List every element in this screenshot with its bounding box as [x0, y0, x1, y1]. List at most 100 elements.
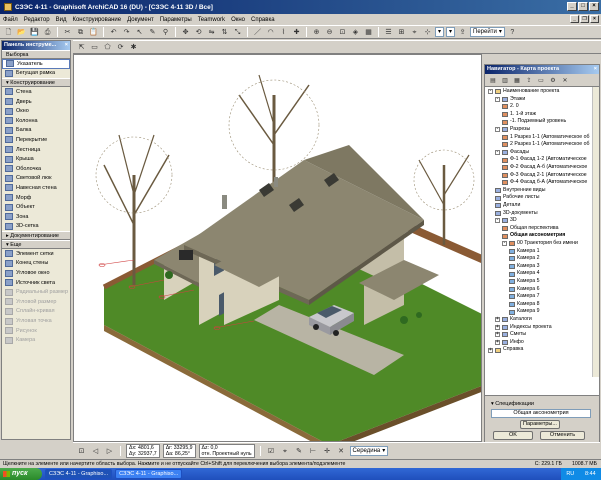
tool-hotspot[interactable]: Угловая точка: [2, 316, 70, 326]
menu-window[interactable]: Окно: [231, 17, 245, 23]
save-icon[interactable]: 💾: [29, 27, 40, 37]
magnet-icon[interactable]: ⌖: [280, 446, 291, 456]
fit-window-icon[interactable]: ⊡: [337, 27, 348, 37]
snap-mode-select[interactable]: Середина ▾: [349, 446, 389, 456]
tool-morph[interactable]: Морф: [2, 193, 70, 203]
tool-marquee[interactable]: Бегущая рамка: [2, 69, 70, 79]
collapse-icon[interactable]: -: [495, 149, 500, 155]
layout-book-icon[interactable]: ▦: [512, 76, 522, 85]
minimize-button[interactable]: _: [567, 2, 577, 11]
menu-help[interactable]: Справка: [251, 17, 275, 23]
tree-item[interactable]: Камера 8: [509, 301, 539, 308]
3d-view-icon[interactable]: ◈: [350, 27, 361, 37]
tool-wall-end[interactable]: Конец стены: [2, 259, 70, 269]
mirror-icon[interactable]: ⇋: [206, 27, 217, 37]
tree-item[interactable]: Камера 1: [509, 248, 539, 255]
undo-icon[interactable]: ↶: [108, 27, 119, 37]
copy-icon[interactable]: ⧉: [75, 27, 86, 37]
task-archicad-1[interactable]: СЗЭС 4-11 - Graphiso...: [45, 469, 113, 479]
tree-item[interactable]: Камера 5: [509, 278, 539, 285]
collapse-icon[interactable]: -: [495, 96, 500, 102]
tool-skylight[interactable]: Световой люк: [2, 174, 70, 184]
guide-icon[interactable]: ⊹: [422, 27, 433, 37]
tree-item[interactable]: Камера 4: [509, 270, 539, 277]
cursor-snap-icon[interactable]: ✛: [322, 446, 333, 456]
elevate-icon[interactable]: ⇅: [219, 27, 230, 37]
tree-item[interactable]: Камера 9: [509, 308, 539, 315]
rotate-select-icon[interactable]: ⟳: [115, 42, 126, 52]
tree-item[interactable]: Камера 3: [509, 263, 539, 270]
collapse-icon[interactable]: -: [495, 127, 500, 133]
tree-item[interactable]: -1. Подземный уровень: [502, 118, 566, 125]
doc-restore-button[interactable]: ❐: [580, 15, 589, 23]
syringe-icon[interactable]: ⚲: [160, 27, 171, 37]
close-icon[interactable]: ×: [65, 41, 68, 50]
navigator-title-bar[interactable]: Навигатор - Карта проекта ×: [485, 65, 599, 74]
start-button[interactable]: пуск: [0, 468, 42, 480]
new-file-icon[interactable]: 🗋: [3, 27, 14, 37]
tool-pointer[interactable]: Указатель: [2, 59, 70, 69]
tool-figure[interactable]: Рисунок: [2, 326, 70, 336]
3d-axonometric-model[interactable]: [74, 55, 482, 442]
collapse-icon[interactable]: -: [488, 89, 493, 95]
open-file-icon[interactable]: 📂: [16, 27, 27, 37]
help-icon[interactable]: ?: [507, 27, 518, 37]
tree-item[interactable]: Детали: [495, 202, 520, 209]
tool-spline[interactable]: Сплайн-кривая: [2, 307, 70, 317]
close-button[interactable]: ×: [589, 2, 599, 11]
menu-options[interactable]: Параметры: [160, 17, 192, 23]
3d-view-canvas[interactable]: [73, 54, 482, 442]
folder-icon[interactable]: ▭: [536, 76, 546, 85]
tree-item[interactable]: Ф-4 Фасад б-А (Автоматическое: [502, 179, 587, 186]
publish-icon[interactable]: ⇪: [457, 27, 468, 37]
snap-icon[interactable]: ⌖: [409, 27, 420, 37]
tree-item[interactable]: + Справка: [488, 346, 523, 353]
view-map-icon[interactable]: ▥: [500, 76, 510, 85]
cross-icon[interactable]: ✕: [336, 446, 347, 456]
tree-item[interactable]: Общая аксонометрия: [502, 232, 565, 239]
tree-item[interactable]: Ф-2 Фасад А-б (Автоматическое: [502, 164, 587, 171]
project-map-icon[interactable]: ▤: [488, 76, 498, 85]
menu-design[interactable]: Конструирование: [72, 17, 121, 23]
params-button[interactable]: Параметры...: [520, 420, 560, 429]
spec-field[interactable]: Общая аксонометрия: [491, 409, 591, 418]
doc-close-button[interactable]: ×: [590, 15, 599, 23]
poly-select-icon[interactable]: ⬠: [102, 42, 113, 52]
maximize-button[interactable]: □: [578, 2, 588, 11]
paste-icon[interactable]: 📋: [88, 27, 99, 37]
tree-item[interactable]: Камера 2: [509, 255, 539, 262]
publisher-icon[interactable]: ⇪: [524, 76, 534, 85]
close-icon[interactable]: ×: [594, 65, 597, 74]
menu-view[interactable]: Вид: [56, 17, 67, 23]
expand-icon[interactable]: +: [495, 339, 500, 345]
tree-item[interactable]: - Фасады: [495, 149, 529, 156]
tool-door[interactable]: Дверь: [2, 97, 70, 107]
language-indicator[interactable]: RU: [566, 468, 574, 480]
tree-item[interactable]: - Разрезы: [495, 126, 530, 133]
redo-icon[interactable]: ↷: [121, 27, 132, 37]
tool-zone[interactable]: Зона: [2, 212, 70, 222]
tree-item[interactable]: + Сметы: [495, 331, 526, 338]
menu-file[interactable]: Файл: [3, 17, 18, 23]
tree-item[interactable]: - Наименование проекта: [488, 88, 559, 95]
select-group-header[interactable]: Выборка: [2, 50, 70, 59]
arc-icon[interactable]: ◠: [265, 27, 276, 37]
zoom-out-icon[interactable]: ⊖: [324, 27, 335, 37]
tool-roof[interactable]: Крыша: [2, 154, 70, 164]
tool-lamp[interactable]: Источник света: [2, 278, 70, 288]
hotspot-icon[interactable]: ✚: [291, 27, 302, 37]
arrow-select-icon[interactable]: ⇱: [76, 42, 87, 52]
tree-item[interactable]: 2. 0: [502, 103, 519, 110]
eyedropper-icon[interactable]: ✎: [147, 27, 158, 37]
tree-item[interactable]: Ф-1 Фасад 1-2 (Автоматическое: [502, 156, 587, 163]
view-combo[interactable]: ▾: [435, 27, 445, 37]
tool-curtain-wall[interactable]: Навесная стена: [2, 183, 70, 193]
pointer-icon[interactable]: ↖: [134, 27, 145, 37]
rotate-icon[interactable]: ⟲: [193, 27, 204, 37]
menu-teamwork[interactable]: Teamwork: [198, 17, 225, 23]
tree-item[interactable]: 3D-документы: [495, 210, 538, 217]
delete-icon[interactable]: ✕: [560, 76, 570, 85]
tree-item[interactable]: 1 Разрез 1-1 (Автоматическое об: [502, 134, 589, 141]
collapse-icon[interactable]: -: [502, 241, 507, 247]
tool-grid-element[interactable]: Элемент сетки: [2, 249, 70, 259]
